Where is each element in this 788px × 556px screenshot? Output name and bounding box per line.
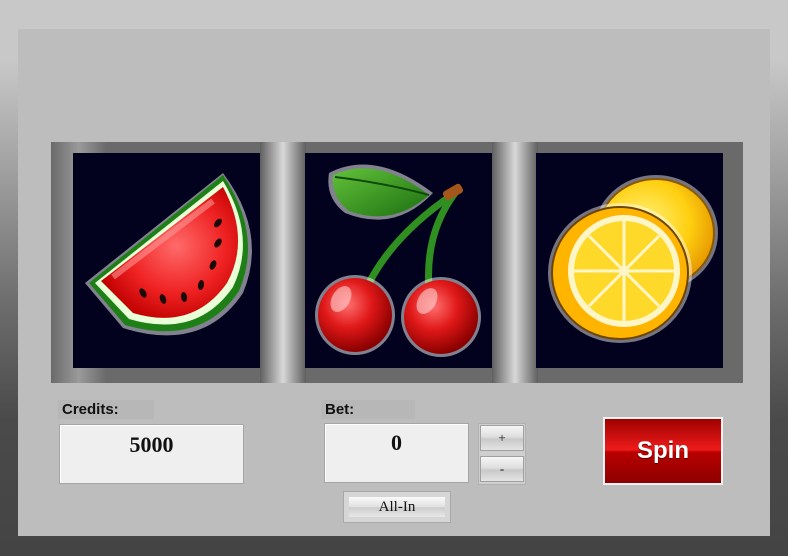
- credits-value: 5000: [59, 424, 244, 484]
- reel-1: [73, 153, 260, 368]
- bet-decrease-button[interactable]: -: [480, 456, 524, 482]
- bet-increase-button[interactable]: +: [480, 425, 524, 451]
- spin-button[interactable]: Spin: [603, 417, 723, 485]
- reel-divider: [260, 142, 306, 383]
- bet-value: 0: [324, 423, 469, 483]
- all-in-button[interactable]: All-In: [343, 491, 451, 523]
- all-in-label: All-In: [349, 497, 445, 517]
- reel-3: [536, 153, 723, 368]
- bet-label: Bet:: [321, 400, 415, 419]
- credits-label: Credits:: [58, 400, 154, 419]
- lemon-icon: [548, 175, 718, 343]
- watermelon-icon: [85, 173, 252, 336]
- reel-divider: [492, 142, 538, 383]
- reel-2: [305, 153, 492, 368]
- cherries-icon: [315, 164, 481, 357]
